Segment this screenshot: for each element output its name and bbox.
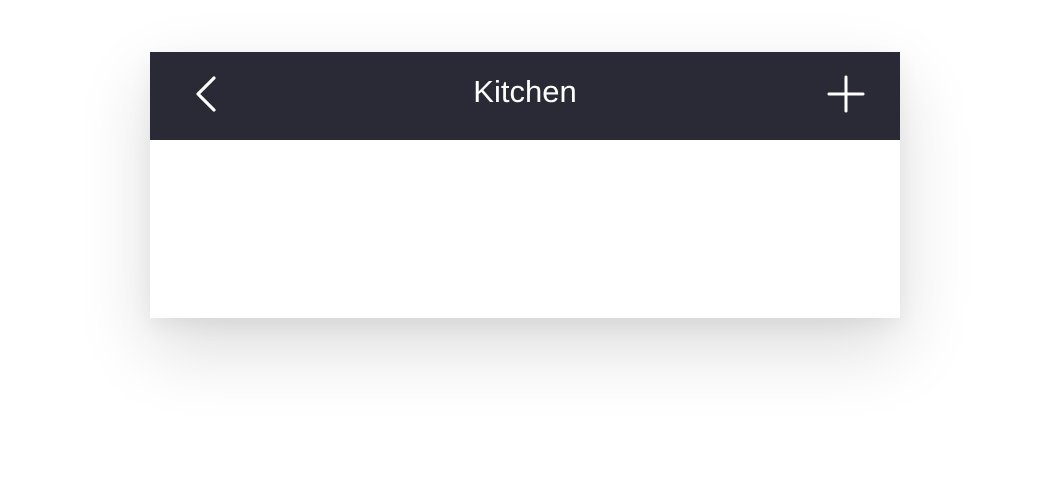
kitchen-panel: Kitchen <box>150 52 900 318</box>
navigation-bar: Kitchen <box>150 52 900 140</box>
back-button[interactable] <box>186 74 226 119</box>
chevron-left-icon <box>194 74 218 119</box>
plus-icon <box>827 75 865 118</box>
content-area <box>150 140 900 318</box>
add-button[interactable] <box>824 74 868 118</box>
page-title: Kitchen <box>473 74 577 109</box>
